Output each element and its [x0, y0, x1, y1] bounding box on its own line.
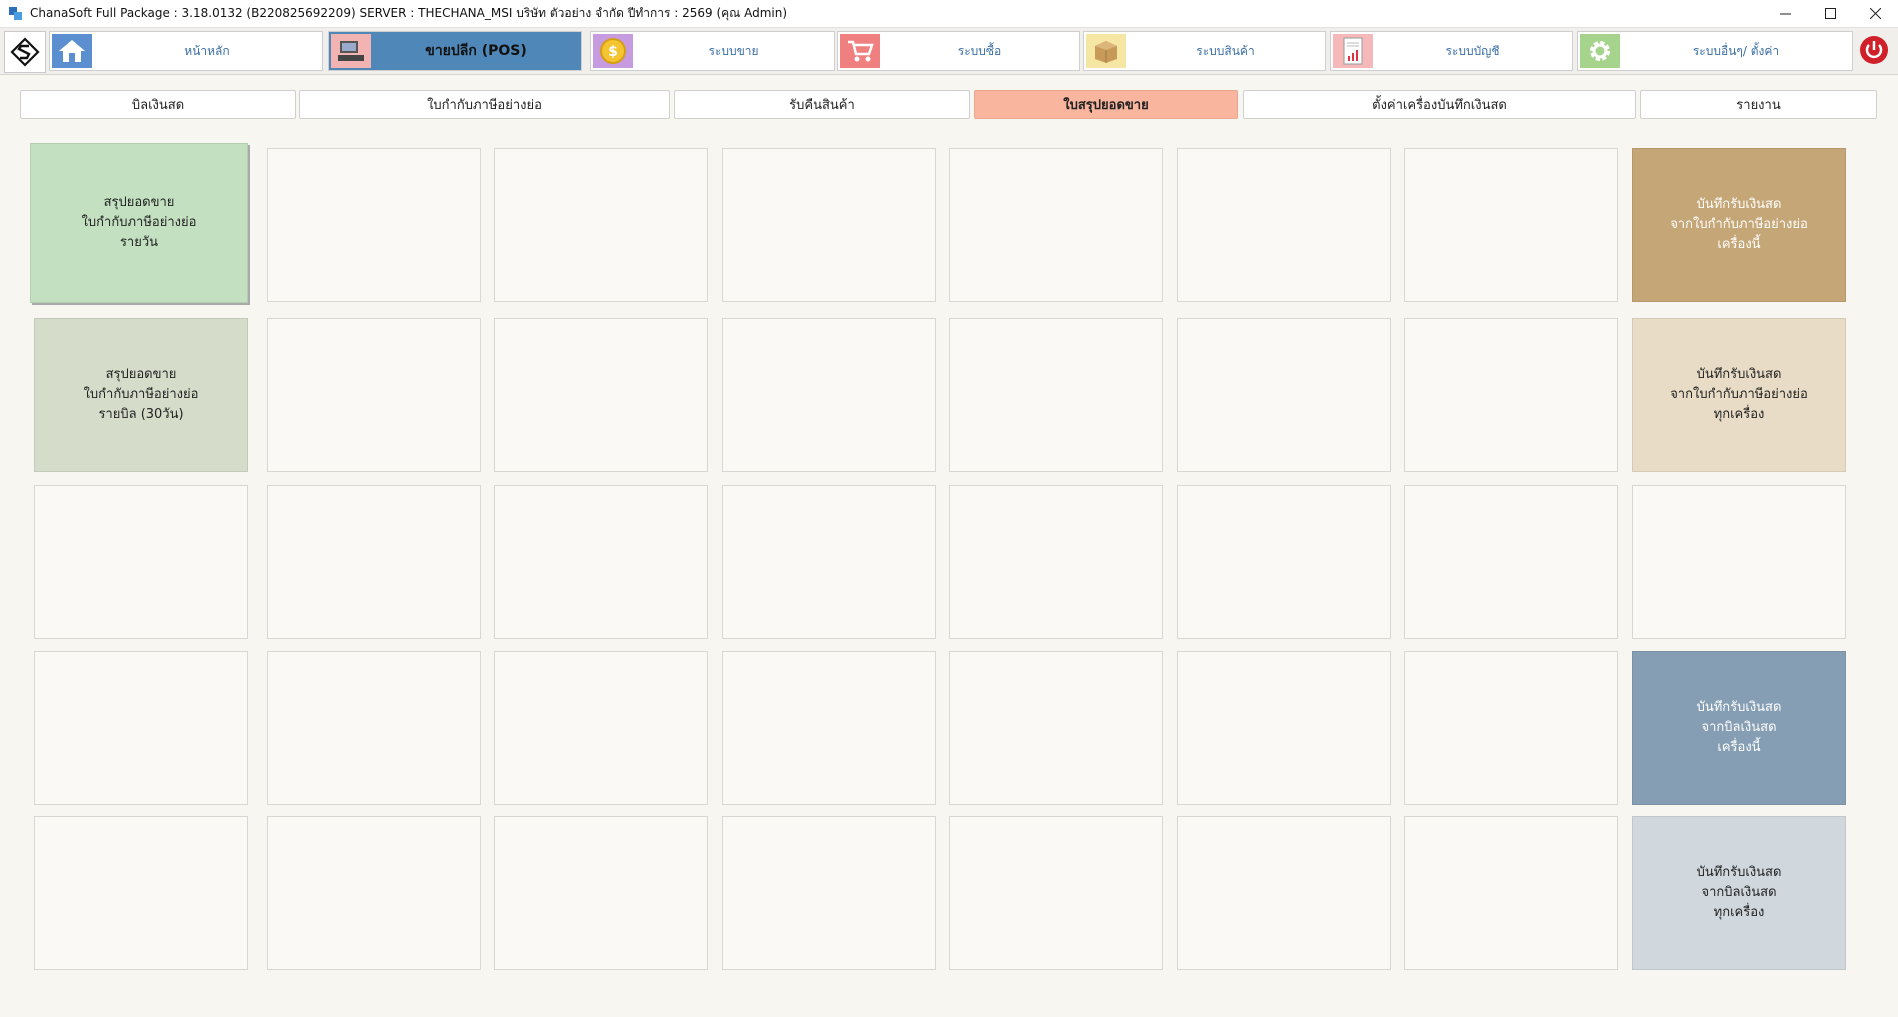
empty-tile [1404, 816, 1618, 970]
tile-label: บันทึกรับเงินสด จากบิลเงินสด เครื่องนี้ [1696, 700, 1782, 755]
tab-report[interactable]: รายงาน [1640, 90, 1877, 119]
empty-tile [722, 651, 936, 805]
empty-tile [1404, 651, 1618, 805]
empty-tile [949, 816, 1163, 970]
empty-tile [494, 148, 708, 302]
home-icon [52, 34, 92, 68]
empty-tile [267, 318, 481, 472]
close-button[interactable] [1853, 0, 1898, 27]
tab-cash-register-settings[interactable]: ตั้งค่าเครื่องบันทึกเงินสด [1243, 90, 1636, 119]
module-pos[interactable]: ขายปลีก (POS) [328, 31, 582, 71]
coin-icon: $ [593, 34, 633, 68]
empty-tile [1404, 485, 1618, 639]
tile-label: บันทึกรับเงินสด จากใบกำกับภาษีอย่างย่อ ท… [1670, 367, 1808, 422]
empty-tile [34, 651, 248, 805]
module-label: หน้าหลัก [184, 43, 230, 58]
empty-tile [949, 651, 1163, 805]
empty-tile [722, 148, 936, 302]
empty-tile [1177, 485, 1391, 639]
module-sales[interactable]: $ ระบบขาย [590, 31, 835, 71]
module-bar: หน้าหลัก ขายปลีก (POS) $ ระบบขาย ระบบซื้… [0, 28, 1898, 75]
empty-tile [267, 816, 481, 970]
maximize-button[interactable] [1808, 0, 1853, 27]
empty-tile [1632, 485, 1846, 639]
module-label: ระบบสินค้า [1196, 43, 1255, 58]
power-icon [1860, 36, 1888, 64]
box-icon [1086, 34, 1126, 68]
empty-tile [949, 148, 1163, 302]
tab-cash-bill[interactable]: บิลเงินสด [20, 90, 296, 119]
module-label: ขายปลีก (POS) [425, 43, 527, 59]
empty-tile [494, 651, 708, 805]
tab-product-return[interactable]: รับคืนสินค้า [674, 90, 970, 119]
empty-tile [34, 816, 248, 970]
daily-sales-summary-tile[interactable]: สรุปยอดขาย ใบกำกับภาษีอย่างย่อ รายวัน [30, 143, 248, 303]
app-icon [9, 7, 22, 20]
logout-button[interactable] [1856, 31, 1892, 69]
module-label: ระบบอื่นๆ/ ตั้งค่า [1692, 43, 1780, 58]
empty-tile [34, 485, 248, 639]
empty-tile [1177, 148, 1391, 302]
tile-label: สรุปยอดขาย ใบกำกับภาษีอย่างย่อ รายวัน [81, 195, 197, 250]
window-title: ChanaSoft Full Package : 3.18.0132 (B220… [30, 6, 788, 20]
module-inventory[interactable]: ระบบสินค้า [1083, 31, 1326, 71]
empty-tile [1177, 651, 1391, 805]
module-purchase[interactable]: ระบบซื้อ [837, 31, 1080, 71]
empty-tile [494, 318, 708, 472]
empty-tile [949, 318, 1163, 472]
cart-icon [840, 34, 880, 68]
module-home[interactable]: หน้าหลัก [49, 31, 323, 71]
window-controls [1763, 0, 1898, 27]
tab-sales-summary[interactable]: ใบสรุปยอดขาย [974, 90, 1238, 119]
module-label: ระบบซื้อ [957, 43, 1002, 58]
minimize-button[interactable] [1763, 0, 1808, 27]
tile-label: บันทึกรับเงินสด จากใบกำกับภาษีอย่างย่อ เ… [1670, 197, 1808, 252]
chanasoft-logo-icon [10, 37, 40, 67]
empty-tile [722, 485, 936, 639]
tile-label: สรุปยอดขาย ใบกำกับภาษีอย่างย่อ รายบิล (3… [83, 367, 199, 422]
empty-tile [1404, 318, 1618, 472]
empty-tile [267, 485, 481, 639]
cash-receipt-cash-bill-this-machine-tile[interactable]: บันทึกรับเงินสด จากบิลเงินสด เครื่องนี้ [1632, 651, 1846, 805]
module-label: ระบบขาย [708, 43, 759, 58]
module-settings[interactable]: ระบบอื่นๆ/ ตั้งค่า [1577, 31, 1853, 71]
empty-tile [267, 651, 481, 805]
empty-tile [949, 485, 1163, 639]
empty-tile [1177, 816, 1391, 970]
pos-terminal-icon [331, 34, 371, 68]
gear-icon [1580, 34, 1620, 68]
cash-receipt-tax-invoice-this-machine-tile[interactable]: บันทึกรับเงินสด จากใบกำกับภาษีอย่างย่อ เ… [1632, 148, 1846, 302]
cash-receipt-cash-bill-all-machines-tile[interactable]: บันทึกรับเงินสด จากบิลเงินสด ทุกเครื่อง [1632, 816, 1846, 970]
bill-sales-summary-30-days-tile[interactable]: สรุปยอดขาย ใบกำกับภาษีอย่างย่อ รายบิล (3… [34, 318, 248, 472]
empty-tile [494, 816, 708, 970]
window-title-bar: ChanaSoft Full Package : 3.18.0132 (B220… [0, 0, 1898, 28]
module-accounting[interactable]: ระบบบัญชี [1330, 31, 1573, 71]
tile-label: บันทึกรับเงินสด จากบิลเงินสด ทุกเครื่อง [1696, 865, 1782, 920]
report-icon [1333, 34, 1373, 68]
empty-tile [267, 148, 481, 302]
empty-tile [1177, 318, 1391, 472]
cash-receipt-tax-invoice-all-machines-tile[interactable]: บันทึกรับเงินสด จากใบกำกับภาษีอย่างย่อ ท… [1632, 318, 1846, 472]
module-label: ระบบบัญชี [1445, 43, 1500, 58]
empty-tile [722, 816, 936, 970]
empty-tile [1404, 148, 1618, 302]
empty-tile [494, 485, 708, 639]
tab-abbreviated-tax-invoice[interactable]: ใบกำกับภาษีอย่างย่อ [299, 90, 670, 119]
svg-text:$: $ [608, 44, 618, 60]
chanasoft-logo-button[interactable] [4, 31, 46, 73]
empty-tile [722, 318, 936, 472]
